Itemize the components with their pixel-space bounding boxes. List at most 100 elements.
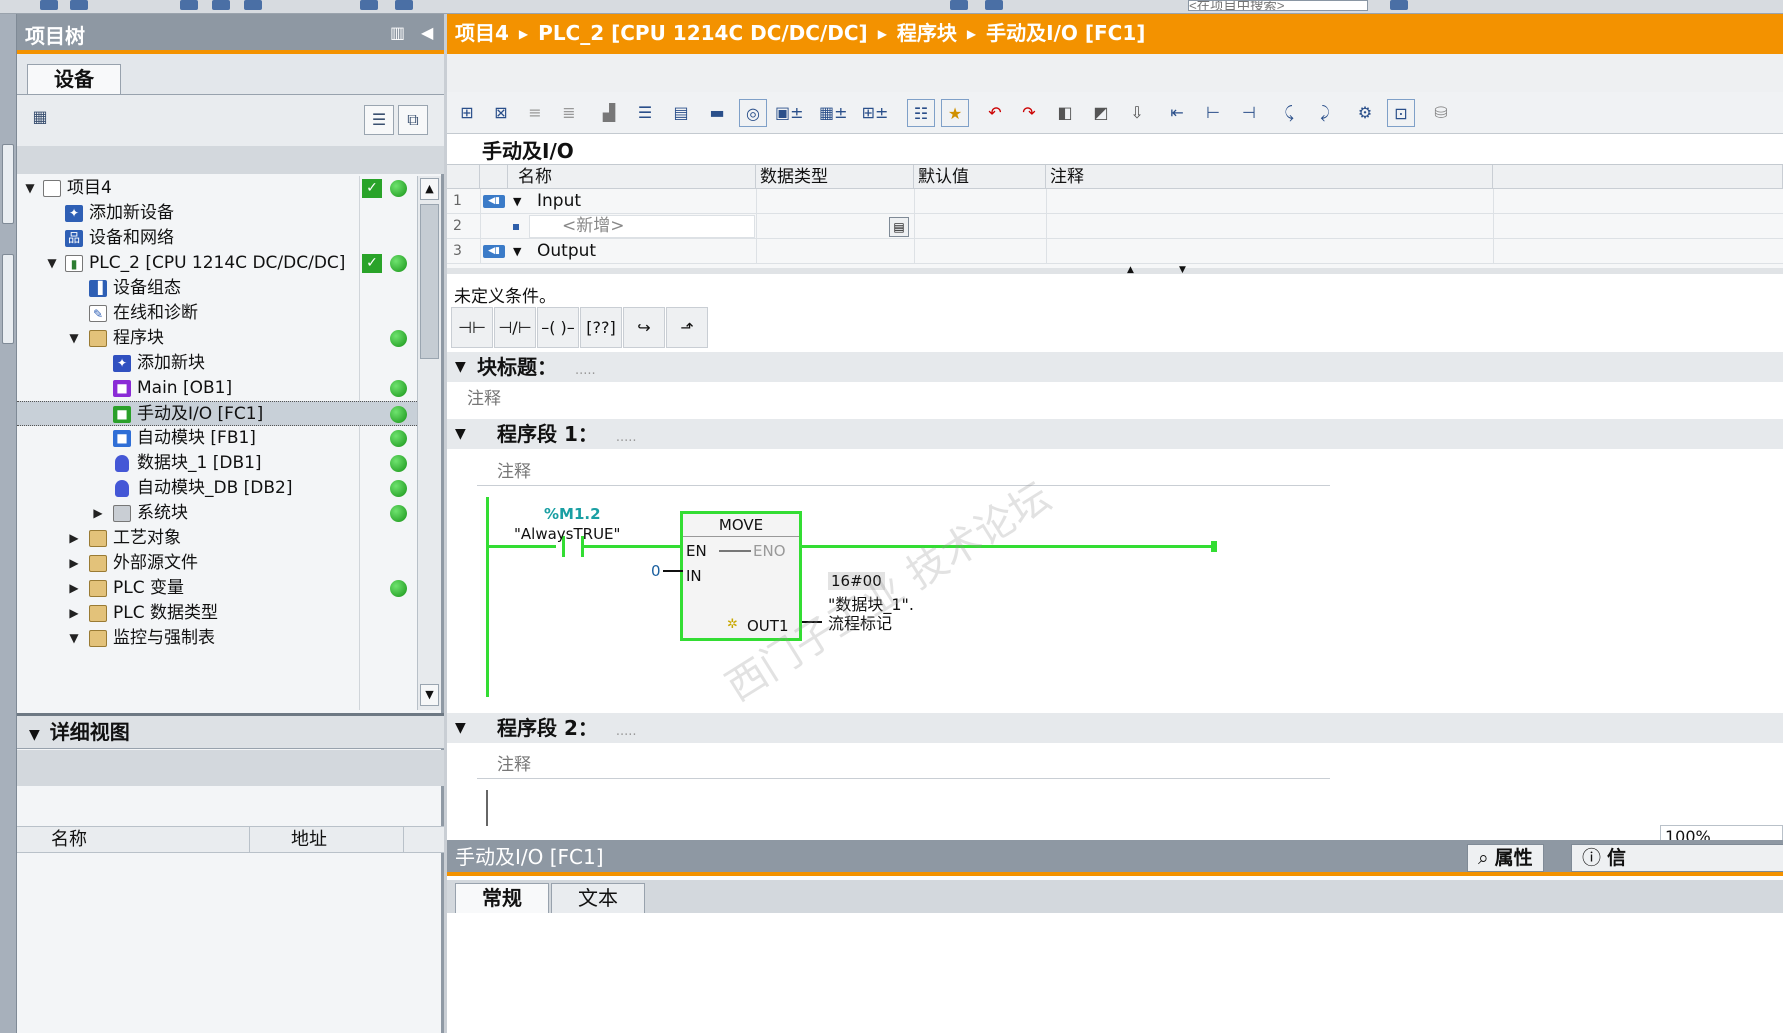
go-offline-icon[interactable] — [985, 0, 1003, 10]
rail-tab-library[interactable] — [2, 254, 14, 344]
collapse-caret-icon[interactable]: ▼ — [455, 419, 466, 449]
normally-open-contact-icon[interactable]: ⊣⊢ — [451, 307, 493, 348]
network-1-comment[interactable]: 注释 — [497, 457, 531, 482]
tree-item-plc-tags[interactable]: ▶ PLC 变量 — [17, 576, 417, 601]
block-title-header[interactable]: ▼ 块标题：..... — [447, 352, 1783, 382]
expand-caret-icon[interactable]: ▶ — [67, 576, 81, 601]
contact-tag-name[interactable]: "AlwaysTRUE" — [514, 525, 620, 543]
expand-caret-icon[interactable]: ▶ — [67, 526, 81, 551]
scroll-down-icon[interactable]: ▼ — [420, 684, 439, 706]
save-project-icon[interactable] — [40, 0, 58, 10]
expand-caret-icon[interactable]: ▶ — [91, 501, 105, 526]
tree-item-tech-objects[interactable]: ▶ 工艺对象 — [17, 526, 417, 551]
tree-item-add-device[interactable]: ✦ 添加新设备 — [17, 201, 417, 226]
insert-row-icon[interactable]: ≡ — [521, 99, 549, 127]
interface-splitter[interactable]: ▲ ▼ — [447, 265, 1783, 275]
undo-icon[interactable] — [360, 0, 378, 10]
tree-scrollbar[interactable]: ▲ ▼ — [417, 176, 441, 710]
expand-caret-icon[interactable]: ▼ — [67, 326, 81, 351]
column-name[interactable]: 名称 — [51, 827, 87, 853]
network-2-comment[interactable]: 注释 — [497, 750, 531, 775]
in-value[interactable]: 0 — [651, 562, 661, 580]
go-online-icon[interactable] — [950, 0, 968, 10]
comments-toggle-icon[interactable]: ◎ — [739, 99, 767, 127]
reverse-icon[interactable]: ⤸ — [1311, 99, 1339, 127]
favorites-icon[interactable]: ▣± — [775, 99, 804, 127]
tree-item-db2[interactable]: 自动模块_DB [DB2] — [17, 476, 417, 501]
paste-icon[interactable] — [244, 0, 262, 10]
network-2-dots[interactable]: ..... — [616, 724, 637, 739]
tree-item-program-blocks[interactable]: ▼ 程序块 — [17, 326, 417, 351]
splitter-down-icon[interactable]: ▼ — [1179, 265, 1186, 275]
tree-item-device-config[interactable]: ▐ 设备组态 — [17, 276, 417, 301]
redo-icon[interactable] — [395, 0, 413, 10]
next-error-icon[interactable]: ↷ — [1015, 99, 1043, 127]
tree-item-devices-networks[interactable]: 品 设备和网络 — [17, 226, 417, 251]
expand-caret-icon[interactable]: ▶ — [67, 551, 81, 576]
collapse-caret-icon[interactable]: ▼ — [29, 727, 40, 743]
new-output-icon[interactable]: ✲ — [727, 617, 738, 632]
splitter-up-icon[interactable]: ▲ — [1127, 265, 1134, 275]
move-left-icon[interactable]: ⇤ — [1163, 99, 1191, 127]
tab-text[interactable]: 文本 — [551, 883, 645, 913]
interface-row[interactable]: 2 <新增> ▤ — [447, 214, 1783, 239]
favorites-star-icon[interactable]: ★ — [941, 99, 969, 127]
network-comments-icon[interactable]: ▬ — [703, 99, 731, 127]
tree-item-project[interactable]: ▼ 项目4 ✓ — [17, 176, 417, 201]
tree-overview-icon[interactable]: ▦ — [25, 103, 55, 133]
open-all-networks-icon[interactable]: ☰ — [631, 99, 659, 127]
tree-item-watch-tables[interactable]: ▼ 监控与强制表 — [17, 626, 417, 651]
tree-item-fc1[interactable]: ■ 手动及I/O [FC1] — [17, 401, 417, 426]
add-new-input-field[interactable]: <新增> — [529, 215, 755, 238]
expand-caret-icon[interactable]: ▼ — [513, 239, 521, 264]
breadcrumb-program-blocks[interactable]: 程序块 — [897, 21, 957, 45]
align-right-icon[interactable]: ⊣ — [1235, 99, 1263, 127]
go-to-error-icon[interactable]: ↶ — [981, 99, 1009, 127]
column-header-name[interactable]: 名称 — [508, 165, 756, 189]
detail-view-header[interactable]: ▼ 详细视图 — [17, 713, 444, 749]
close-branch-icon[interactable]: ⬏ — [666, 307, 708, 348]
tab-devices[interactable]: 设备 — [27, 64, 121, 94]
collapse-caret-icon[interactable]: ▼ — [455, 713, 466, 743]
absolute-address-icon[interactable]: ▟ — [595, 99, 623, 127]
column-header-default[interactable]: 默认值 — [914, 165, 1046, 189]
empty-box-icon[interactable]: [??] — [580, 307, 622, 348]
insert-network-icon[interactable]: ⊞ — [453, 99, 481, 127]
network-1-dots[interactable]: ..... — [616, 430, 637, 445]
contact-address[interactable]: %M1.2 — [544, 505, 601, 523]
breadcrumb-project[interactable]: 项目4 — [455, 21, 509, 45]
cut-icon[interactable] — [180, 0, 198, 10]
tree-item-add-block[interactable]: ✦ 添加新块 — [17, 351, 417, 376]
expand-caret-icon[interactable]: ▼ — [67, 626, 81, 651]
tree-new-window-icon[interactable]: ⧉ — [398, 105, 428, 135]
expand-caret-icon[interactable]: ▶ — [67, 601, 81, 626]
tree-item-online-diag[interactable]: ✎ 在线和诊断 — [17, 301, 417, 326]
delete-network-icon[interactable]: ⊠ — [487, 99, 515, 127]
table-view-icon[interactable]: ☷ — [907, 99, 935, 127]
expand-caret-icon[interactable]: ▼ — [45, 251, 59, 276]
pin-panel-icon[interactable]: ▥ — [390, 23, 405, 42]
call-structure-icon[interactable]: ⚙ — [1351, 99, 1379, 127]
info-button[interactable]: ⓘ 信 — [1571, 844, 1783, 872]
column-header-comment[interactable]: 注释 — [1046, 165, 1493, 189]
network-2-header[interactable]: ▼ 程序段 2：..... — [447, 713, 1783, 743]
close-all-networks-icon[interactable]: ▤ — [667, 99, 695, 127]
datatype-picker-icon[interactable]: ▤ — [889, 217, 909, 237]
open-project-icon[interactable] — [70, 0, 88, 10]
tree-item-db1[interactable]: 数据块_1 [DB1] — [17, 451, 417, 476]
tree-item-main-ob1[interactable]: ■ Main [OB1] — [17, 376, 417, 401]
database-icon[interactable]: ⛁ — [1427, 99, 1455, 127]
expand-caret-icon[interactable]: ▼ — [23, 176, 37, 201]
output-coil-icon[interactable]: –( )– — [537, 307, 579, 348]
tag-info-icon[interactable]: ▦± — [819, 99, 848, 127]
rail-tab-project[interactable] — [2, 144, 14, 224]
scroll-thumb[interactable] — [420, 204, 439, 359]
tree-item-system-blocks[interactable]: ▶ 系统块 — [17, 501, 417, 526]
search-go-icon[interactable] — [1390, 0, 1408, 10]
monitor-on-off-icon[interactable]: ⊡ — [1387, 99, 1415, 127]
collapse-caret-icon[interactable]: ▼ — [455, 352, 466, 382]
interface-row[interactable]: 1 ◀▮ ▼ Input — [447, 189, 1783, 214]
copy-icon[interactable] — [212, 0, 230, 10]
open-branch-icon[interactable]: ↪ — [623, 307, 665, 348]
tree-item-external-sources[interactable]: ▶ 外部源文件 — [17, 551, 417, 576]
